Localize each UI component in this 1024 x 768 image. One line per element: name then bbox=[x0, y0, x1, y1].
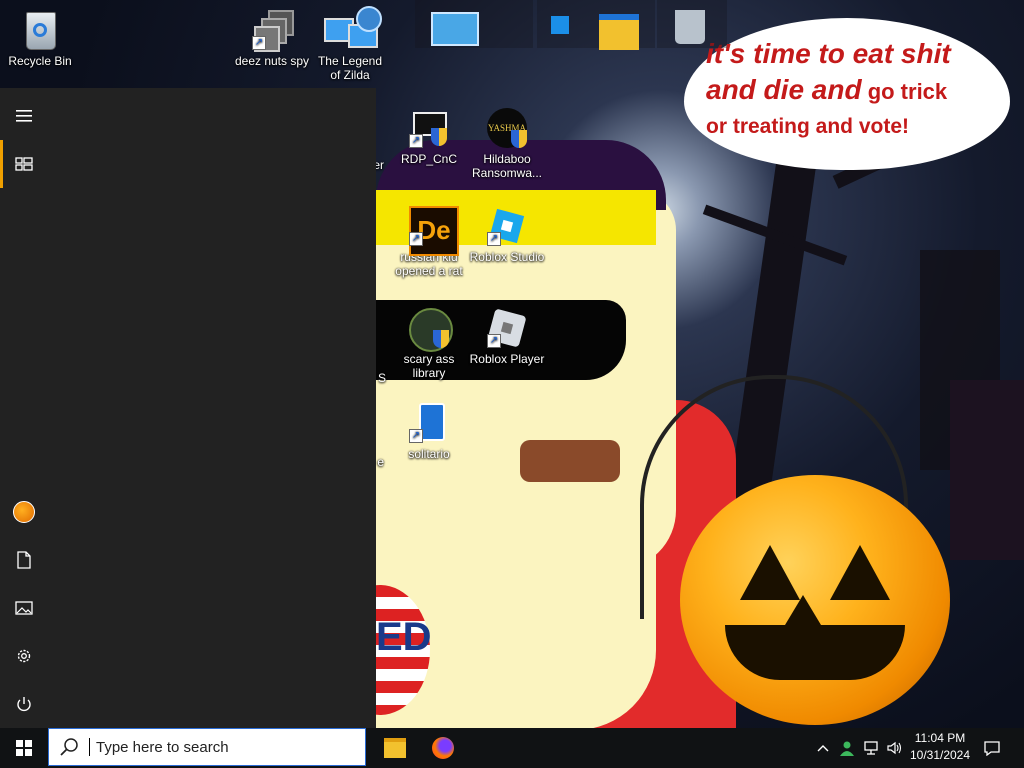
remote-desktop-icon: ↗ bbox=[409, 108, 449, 148]
badge-text: ED bbox=[376, 615, 432, 659]
start-button[interactable] bbox=[0, 728, 48, 768]
hamburger-icon bbox=[16, 110, 32, 122]
roblox-studio-icon: ↗ bbox=[487, 206, 527, 246]
notification-icon bbox=[984, 740, 1000, 756]
windows-logo-icon bbox=[16, 740, 32, 756]
solitaire-icon: ↗ bbox=[409, 403, 449, 443]
desktop-icon-label: solitario bbox=[408, 447, 450, 461]
speech-line-3: or treating and vote! bbox=[706, 115, 910, 138]
control-panel-icon bbox=[431, 12, 479, 46]
desktop-icon-scary-ass-library[interactable]: scary ass library bbox=[391, 308, 467, 380]
desktop-icon-recycle-bin[interactable]: Recycle Bin bbox=[2, 10, 78, 68]
desktop-icon-label: Hildaboo Ransomwa... bbox=[471, 152, 543, 180]
user-avatar bbox=[13, 501, 35, 523]
gear-icon bbox=[17, 649, 31, 663]
desktop-icon-rdp-cnc[interactable]: ↗ RDP_CnC bbox=[391, 108, 467, 166]
document-icon bbox=[17, 551, 31, 569]
user-button[interactable] bbox=[0, 488, 48, 536]
search-icon bbox=[60, 738, 78, 756]
tiles-icon bbox=[15, 157, 33, 171]
taskbar-firefox[interactable] bbox=[419, 728, 467, 768]
desktop-icon-label: deez nuts spy bbox=[234, 54, 310, 68]
de-app-icon: De ↗ bbox=[409, 206, 459, 256]
taskbar: Type here to search 11:04 PM 10/31/2024 bbox=[0, 728, 1024, 768]
hamburger-button[interactable] bbox=[0, 92, 48, 140]
network-computers-icon bbox=[324, 6, 382, 50]
library-icon bbox=[409, 308, 453, 352]
desktop-icon-label: Recycle Bin bbox=[8, 54, 72, 68]
people-icon bbox=[840, 741, 854, 756]
power-button[interactable] bbox=[0, 680, 48, 728]
desktop-icon-label: scary ass library bbox=[403, 352, 455, 380]
desktop-icon-hildaboo[interactable]: YASHMA Hildaboo Ransomwa... bbox=[469, 108, 545, 180]
recycle-bin-icon bbox=[675, 10, 705, 44]
clock-time: 11:04 PM bbox=[914, 731, 966, 745]
top-strip bbox=[0, 0, 1024, 88]
desktop-icon-solitario[interactable]: ↗ solitario bbox=[391, 403, 467, 461]
search-placeholder: Type here to search bbox=[96, 738, 229, 756]
search-box[interactable]: Type here to search bbox=[48, 728, 366, 766]
clock[interactable]: 11:04 PM 10/31/2024 bbox=[900, 730, 980, 764]
network-icon bbox=[864, 741, 878, 755]
cartoon-cigar bbox=[520, 440, 620, 482]
tiles-button[interactable] bbox=[0, 140, 48, 188]
start-menu bbox=[0, 88, 376, 728]
roblox-player-icon: ↗ bbox=[487, 308, 527, 348]
chevron-up-icon bbox=[817, 745, 829, 752]
text-cursor bbox=[89, 738, 90, 756]
jack-o-lantern bbox=[680, 475, 950, 725]
pictures-icon bbox=[15, 601, 33, 615]
show-hidden-icons[interactable] bbox=[812, 728, 834, 768]
clock-date: 10/31/2024 bbox=[909, 748, 971, 762]
desktop-icon-deez-nuts-spy[interactable]: ↗ deez nuts spy bbox=[234, 10, 310, 68]
copy-windows-icon: ↗ bbox=[252, 10, 294, 52]
settings-button[interactable] bbox=[0, 632, 48, 680]
desktop-icon-label: Roblox Studio bbox=[469, 250, 545, 264]
folder-icon bbox=[384, 738, 406, 758]
folder-icon bbox=[599, 14, 639, 50]
toolbar-app-3[interactable] bbox=[657, 0, 727, 48]
documents-button[interactable] bbox=[0, 536, 48, 584]
toolbar-app-1[interactable] bbox=[415, 0, 533, 48]
desktop-icon-label: The Legend of Zilda bbox=[317, 54, 383, 82]
desktop-icon-roblox-studio[interactable]: ↗ Roblox Studio bbox=[469, 206, 545, 264]
desktop-icon-roblox-player[interactable]: ↗ Roblox Player bbox=[469, 308, 545, 366]
toolbar-app-2[interactable] bbox=[537, 0, 655, 50]
desktop-icon-legend-of-zilda[interactable]: The Legend of Zilda bbox=[312, 6, 388, 82]
desktop-icon-label: RDP_CnC bbox=[400, 152, 457, 166]
windows-drive-icon bbox=[551, 16, 569, 34]
ransomware-logo-icon: YASHMA bbox=[487, 108, 527, 148]
firefox-icon bbox=[432, 737, 454, 759]
taskbar-file-explorer[interactable] bbox=[371, 728, 419, 768]
notification-center-button[interactable] bbox=[980, 728, 1004, 768]
desktop-icon-russian-kid[interactable]: De ↗ russian kid opened a rat bbox=[391, 206, 467, 278]
tray-people[interactable] bbox=[836, 728, 858, 768]
pictures-button[interactable] bbox=[0, 584, 48, 632]
recycle-bin-icon bbox=[20, 10, 60, 50]
tray-network[interactable] bbox=[860, 728, 882, 768]
power-icon bbox=[17, 697, 31, 712]
desktop-icon-label: Roblox Player bbox=[469, 352, 545, 366]
